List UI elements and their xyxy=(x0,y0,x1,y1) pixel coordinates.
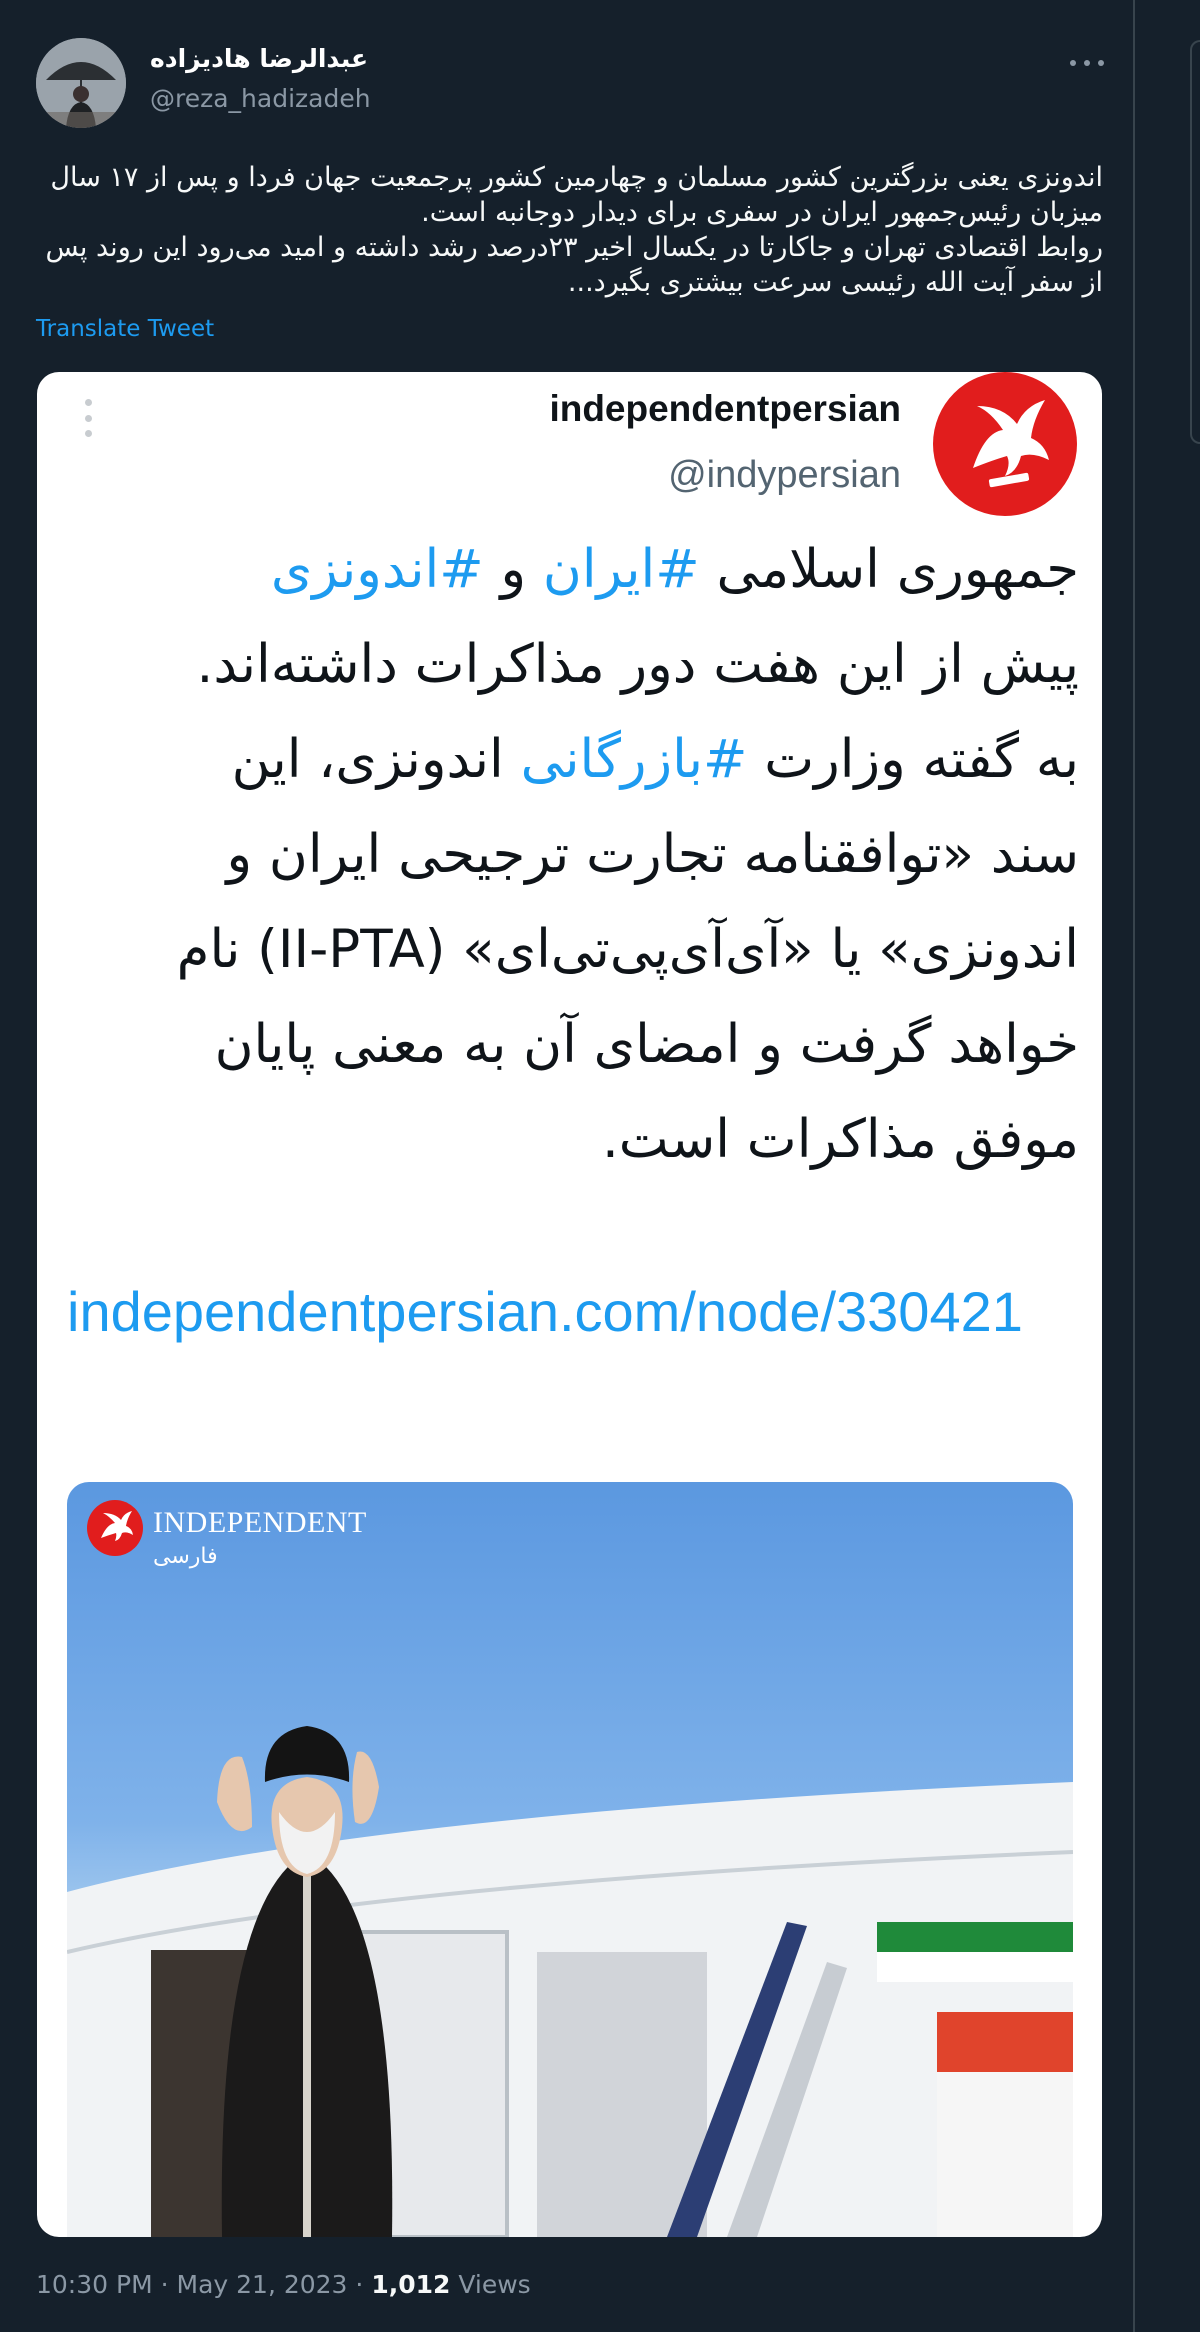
airplane-scene-icon xyxy=(67,1726,1073,2237)
body-text: و xyxy=(483,539,543,600)
views-label: Views xyxy=(458,2270,531,2299)
independent-brand-text: INDEPENDENT xyxy=(153,1506,367,1539)
tweet-page: عبدالرضا هادیزاده @reza_hadizadeh اندونز… xyxy=(0,0,1200,2332)
card-more-icon[interactable] xyxy=(83,399,93,437)
hashtag-indonesia[interactable]: #اندونزی xyxy=(271,539,484,600)
body-text: اندونزی» یا «آی‌آی‌پی‌تی‌ای» (II-PTA) نا… xyxy=(176,919,1079,980)
quoted-account-handle: @indypersian xyxy=(668,454,901,496)
article-photo[interactable]: INDEPENDENT فارسی xyxy=(67,1482,1073,2237)
more-options-icon[interactable] xyxy=(1070,46,1104,80)
independent-eagle-logo-icon xyxy=(933,372,1077,516)
quoted-media-card[interactable]: independentpersian @indypersian جمهوری ا… xyxy=(37,372,1102,2237)
body-text: موفق مذاکرات است. xyxy=(601,1109,1079,1170)
independent-logo-icon xyxy=(87,1500,143,1556)
tweet-date[interactable]: May 21, 2023 xyxy=(177,2270,348,2299)
tweet-text-line: اندونزی یعنی بزرگترین کشور مسلمان و چهار… xyxy=(50,162,1103,228)
views-count: 1,012 xyxy=(371,2270,451,2299)
tweet-time[interactable]: 10:30 PM xyxy=(36,2270,153,2299)
quoted-account-name: independentpersian xyxy=(549,388,901,429)
author-display-name[interactable]: عبدالرضا هادیزاده xyxy=(150,44,368,73)
avatar[interactable] xyxy=(36,38,126,128)
hashtag-commerce[interactable]: #بازرگانی xyxy=(521,729,748,790)
body-text: پیش از این هفت دور مذاکرات داشته‌اند. xyxy=(196,634,1079,695)
body-text: اندونزی، این xyxy=(231,729,521,790)
author-handle[interactable]: @reza_hadizadeh xyxy=(150,84,371,113)
side-panel-edge xyxy=(1190,40,1200,444)
body-text: جمهوری اسلامی xyxy=(699,539,1079,600)
body-text: خواهد گرفت و امضای آن به معنی پایان xyxy=(214,1014,1079,1075)
hashtag-iran[interactable]: #ایران xyxy=(543,539,700,600)
body-text: به گفته وزارت xyxy=(747,729,1079,790)
quoted-tweet-body: جمهوری اسلامی #ایران و #اندونزی پیش از ا… xyxy=(99,522,1079,1187)
tweet-meta: 10:30 PM · May 21, 2023 · 1,012 Views xyxy=(36,2270,531,2299)
meta-separator: · xyxy=(160,2270,169,2299)
tweet-text-line: روابط اقتصادی تهران و جاکارتا در یکسال ا… xyxy=(45,232,1103,298)
translate-tweet-link[interactable]: Translate Tweet xyxy=(36,316,214,342)
article-link[interactable]: independentpersian.com/node/330421 xyxy=(67,1270,1067,1354)
independent-brand-subtext: فارسی xyxy=(153,1544,218,1569)
column-divider xyxy=(1133,0,1135,2332)
body-text: سند «توافقنامه تجارت ترجیحی ایران و xyxy=(226,824,1079,885)
meta-separator: · xyxy=(355,2270,364,2299)
profile-photo-icon xyxy=(36,38,126,128)
tweet-text: اندونزی یعنی بزرگترین کشور مسلمان و چهار… xyxy=(36,160,1103,300)
